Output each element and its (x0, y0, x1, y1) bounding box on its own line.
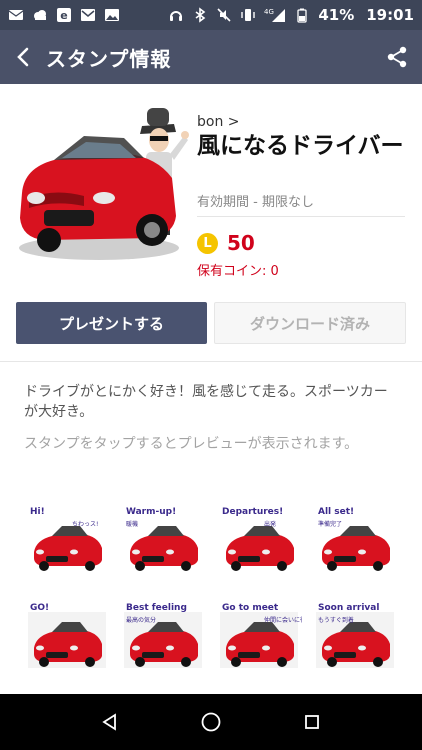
sticker-caption: Departures! (222, 507, 283, 517)
sticker-thumbnail[interactable]: Best feeling 最高の気分 (120, 598, 206, 674)
navigation-bar (0, 694, 422, 750)
battery-icon (294, 7, 310, 23)
svg-text:e: e (60, 9, 67, 22)
divider (197, 216, 405, 217)
coins-owned: 保有コイン: 0 (197, 264, 279, 279)
sticker-subcaption: 仲間に会いに行く (264, 616, 302, 624)
downloaded-button[interactable]: ダウンロード済み (214, 302, 406, 344)
divider (0, 361, 422, 362)
network-type-label: 4G (264, 8, 274, 16)
browser-app-icon: e (56, 7, 72, 23)
chevron-left-icon (17, 47, 29, 67)
sticker-thumbnail[interactable]: Hi! ちわっス! (24, 502, 110, 578)
vibrate-icon (240, 7, 256, 23)
sticker-product-info: bon > 風になるドライバー 有効期間 - 期限なし L 50 保有コイン: … (0, 84, 422, 294)
back-button[interactable] (0, 30, 46, 84)
sticker-subcaption: 暖機 (126, 520, 138, 528)
triangle-back-icon (102, 713, 117, 731)
sticker-caption: Soon arrival (318, 603, 379, 613)
sticker-caption: Best feeling (126, 603, 187, 613)
creator-link[interactable]: bon > (197, 114, 240, 130)
signal-icon: 4G (264, 7, 286, 23)
sticker-thumbnail[interactable]: Warm-up! 暖機 (120, 502, 206, 578)
sticker-subcaption: 出発 (264, 520, 276, 528)
notification-icons: e (8, 7, 120, 23)
sticker-caption: All set! (318, 507, 354, 517)
sticker-preview-grid: Hi! ちわっス! Warm-up! 暖機 Departures! 出発 All set! 準… (24, 502, 398, 677)
sticker-caption: Hi! (30, 507, 45, 517)
preview-hint: スタンプをタップするとプレビューが表示されます。 (24, 436, 359, 452)
page-title: スタンプ情報 (46, 46, 172, 71)
validity-period: 有効期間 - 期限なし (197, 195, 314, 210)
recents-nav-button[interactable] (298, 708, 326, 736)
email-icon (80, 7, 96, 23)
circle-home-icon (201, 712, 221, 732)
clock: 19:01 (366, 6, 414, 24)
sticker-subcaption: 最高の気分 (126, 616, 156, 624)
cloud-icon (32, 7, 48, 23)
system-indicators: 4G 41% 19:01 (168, 6, 414, 24)
sticker-subcaption: ちわっス! (72, 521, 98, 528)
sticker-subcaption: もうすぐ到着 (318, 616, 354, 624)
sticker-thumbnail[interactable]: Go to meet 仲間に会いに行く (216, 598, 312, 674)
home-nav-button[interactable] (197, 708, 225, 736)
sticker-caption: GO! (30, 603, 49, 613)
square-recents-icon (304, 715, 319, 729)
image-icon (104, 7, 120, 23)
sticker-thumbnail[interactable]: Soon arrival もうすぐ到着 (312, 598, 398, 674)
sticker-caption: Go to meet (222, 603, 279, 613)
sticker-thumbnail[interactable]: All set! 準備完了 (312, 502, 398, 578)
sticker-title: 風になるドライバー (197, 133, 404, 159)
battery-percent: 41% (318, 6, 355, 24)
sticker-thumbnail[interactable]: GO! (24, 598, 110, 674)
price: 50 (227, 231, 255, 255)
share-icon (387, 46, 407, 68)
coin-icon: L (197, 232, 218, 254)
present-button[interactable]: プレゼントする (16, 302, 207, 344)
back-nav-button[interactable] (96, 708, 124, 736)
sticker-description: ドライブがとにかく好き！風を感じて走る。スポーツカーが大好き。 (24, 384, 388, 420)
sticker-caption: Warm-up! (126, 507, 176, 517)
mail-icon (8, 7, 24, 23)
share-button[interactable] (372, 30, 422, 84)
sticker-main-image (14, 98, 190, 272)
bluetooth-icon (192, 7, 208, 23)
headphones-icon (168, 7, 184, 23)
sticker-thumbnail[interactable]: Departures! 出発 (216, 502, 302, 578)
app-header: スタンプ情報 (0, 30, 422, 84)
status-bar: e 4G 41% 19:01 (0, 0, 422, 30)
price-row: L 50 (197, 231, 255, 255)
mute-icon (216, 7, 232, 23)
sticker-subcaption: 準備完了 (318, 520, 342, 528)
